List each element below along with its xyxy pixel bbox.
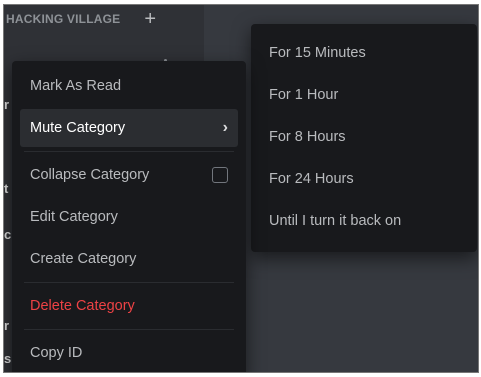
channel-name-fragment: r [4, 318, 10, 333]
menu-item-label: For 1 Hour [269, 87, 339, 103]
menu-item-label: Create Category [30, 251, 137, 267]
menu-item-label: Mute Category [30, 120, 126, 136]
menu-item-label: For 15 Minutes [269, 45, 366, 61]
menu-divider [24, 282, 234, 283]
menu-item-label: Mark As Read [30, 78, 122, 94]
copy-id-item[interactable]: Copy ID [20, 334, 238, 372]
mute-8-hours-item[interactable]: For 8 Hours [259, 118, 469, 156]
mute-until-turned-back-on-item[interactable]: Until I turn it back on [259, 202, 469, 240]
edit-category-item[interactable]: Edit Category [20, 198, 238, 236]
menu-item-label: Delete Category [30, 298, 135, 314]
add-channel-icon[interactable]: + [144, 9, 156, 29]
menu-item-label: Copy ID [30, 345, 83, 361]
channel-name-fragment: r [4, 97, 10, 112]
category-header[interactable]: HACKING VILLAGE + [4, 8, 194, 30]
menu-item-label: For 24 Hours [269, 171, 354, 187]
create-category-item[interactable]: Create Category [20, 240, 238, 278]
menu-item-label: Until I turn it back on [269, 213, 402, 229]
mute-1-hour-item[interactable]: For 1 Hour [259, 76, 469, 114]
menu-item-label: Edit Category [30, 209, 118, 225]
collapse-category-item[interactable]: Collapse Category [20, 156, 238, 194]
discord-window: HACKING VILLAGE + r t c r s For 15 Minut… [4, 5, 478, 372]
mute-24-hours-item[interactable]: For 24 Hours [259, 160, 469, 198]
delete-category-item[interactable]: Delete Category [20, 287, 238, 325]
mark-as-read-item[interactable]: Mark As Read [20, 67, 238, 105]
channel-name-fragment: c [4, 227, 12, 242]
category-context-menu: Mark As Read Mute Category › Collapse Ca… [12, 61, 246, 372]
category-name: HACKING VILLAGE [6, 12, 121, 26]
menu-divider [24, 329, 234, 330]
channel-name-fragment: t [4, 181, 9, 196]
menu-item-label: For 8 Hours [269, 129, 346, 145]
chevron-right-icon: › [222, 119, 228, 136]
mute-category-item[interactable]: Mute Category › [20, 109, 238, 147]
menu-divider [24, 151, 234, 152]
mute-duration-submenu: For 15 Minutes For 1 Hour For 8 Hours Fo… [251, 24, 477, 252]
channel-name-fragment: s [4, 351, 12, 366]
screenshot-frame: HACKING VILLAGE + r t c r s For 15 Minut… [3, 4, 479, 373]
collapse-checkbox[interactable] [212, 167, 228, 183]
mute-15-minutes-item[interactable]: For 15 Minutes [259, 34, 469, 72]
menu-item-label: Collapse Category [30, 167, 150, 183]
